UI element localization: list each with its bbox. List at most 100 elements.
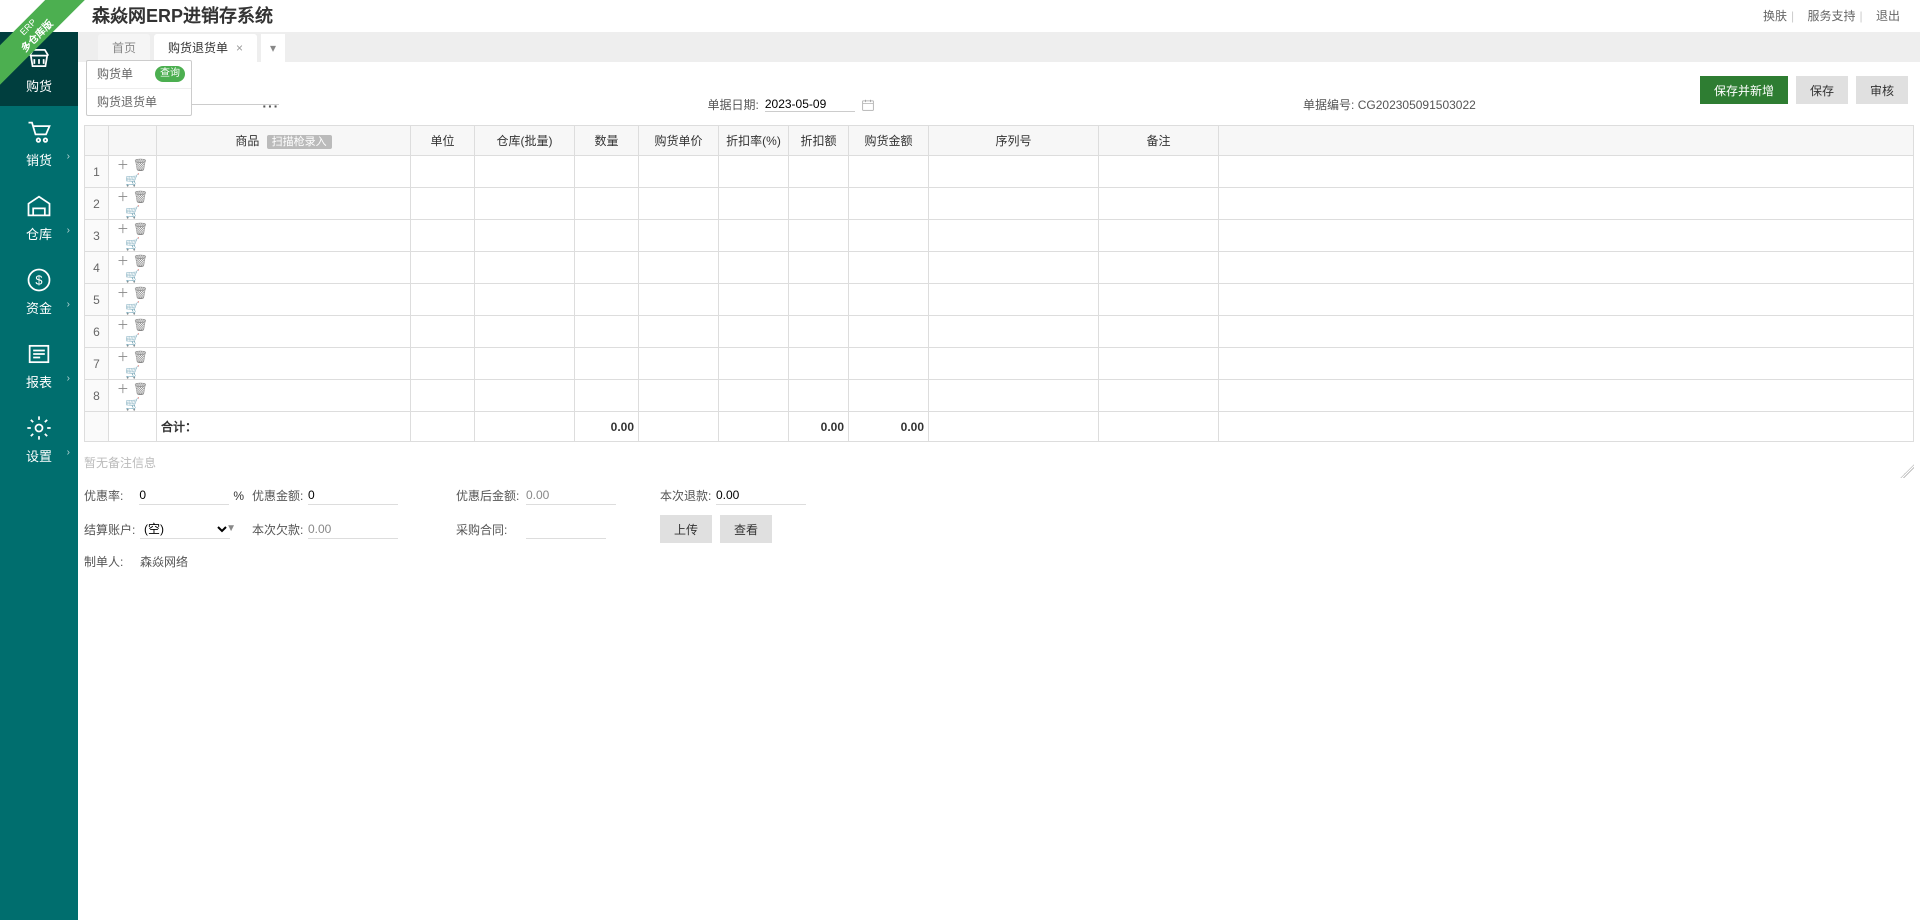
tab-label: 首页 (112, 34, 136, 62)
sidebar-item-label: 资金 (26, 298, 52, 317)
row-number: 7 (85, 348, 109, 380)
account-select[interactable]: (空) (140, 520, 230, 539)
doc-date-label: 单据日期: (708, 96, 759, 113)
scan-input-badge[interactable]: 扫描枪录入 (267, 135, 332, 149)
totals-amount: 0.00 (849, 412, 929, 442)
save-button[interactable]: 保存 (1796, 76, 1848, 104)
col-disc-rate: 折扣率(%) (719, 126, 789, 156)
sidebar-item-label: 设置 (26, 446, 52, 465)
upload-button[interactable]: 上传 (660, 515, 712, 543)
sidebar: 购货 销货 › 仓库 › $ 资金 › 报表 › 设置 › (0, 32, 78, 920)
row-number: 8 (85, 380, 109, 412)
table-row[interactable]: 3 ＋ 🗑🛒 (85, 220, 1914, 252)
col-unit: 单位 (411, 126, 475, 156)
table-row[interactable]: 4 ＋ 🗑🛒 (85, 252, 1914, 284)
col-remark: 备注 (1099, 126, 1219, 156)
submenu-item-label: 购货单 (97, 67, 133, 81)
table-row[interactable]: 7 ＋ 🗑🛒 (85, 348, 1914, 380)
items-table: 商品 扫描枪录入 单位 仓库(批量) 数量 购货单价 折扣率(%) 折扣额 购货… (84, 125, 1914, 442)
add-row-icon[interactable]: ＋ (117, 158, 129, 172)
link-support[interactable]: 服务支持 (1808, 9, 1856, 23)
dollar-icon: $ (25, 266, 53, 294)
delete-row-icon[interactable]: 🗑 (133, 286, 148, 300)
pick-item-icon[interactable]: 🛒 (125, 365, 140, 379)
pick-item-icon[interactable]: 🛒 (125, 173, 140, 187)
add-row-icon[interactable]: ＋ (117, 254, 129, 268)
sidebar-item-sales[interactable]: 销货 › (0, 106, 78, 180)
pick-item-icon[interactable]: 🛒 (125, 269, 140, 283)
disc-rate-input[interactable] (139, 486, 229, 505)
pick-item-icon[interactable]: 🛒 (125, 333, 140, 347)
maker-label: 制单人: (84, 553, 140, 570)
this-debt-value (308, 520, 398, 539)
table-row[interactable]: 8 ＋ 🗑🛒 (85, 380, 1914, 412)
pick-item-icon[interactable]: 🛒 (125, 397, 140, 411)
delete-row-icon[interactable]: 🗑 (133, 382, 148, 396)
row-number: 2 (85, 188, 109, 220)
submenu-item-label: 购货退货单 (97, 95, 157, 109)
tab-home[interactable]: 首页 (98, 34, 150, 62)
doc-date-value[interactable]: 2023-05-09 (765, 97, 855, 112)
resize-handle-icon[interactable] (1900, 464, 1914, 478)
chevron-right-icon: › (67, 447, 70, 458)
table-row[interactable]: 6 ＋ 🗑🛒 (85, 316, 1914, 348)
add-row-icon[interactable]: ＋ (117, 190, 129, 204)
app-title: 森焱网ERP进销存系统 (92, 0, 273, 32)
sidebar-item-settings[interactable]: 设置 › (0, 402, 78, 476)
view-button[interactable]: 查看 (720, 515, 772, 543)
contract-label: 采购合同: (456, 521, 526, 538)
query-badge[interactable]: 查询 (155, 66, 185, 82)
submenu-item-purchase-return[interactable]: 购货退货单 (87, 88, 191, 115)
table-row[interactable]: 2 ＋ 🗑🛒 (85, 188, 1914, 220)
this-refund-input[interactable] (716, 486, 806, 505)
add-row-icon[interactable]: ＋ (117, 382, 129, 396)
add-row-icon[interactable]: ＋ (117, 318, 129, 332)
submenu-item-purchase-order[interactable]: 购货单 查询 (87, 61, 191, 88)
disc-amt-input[interactable] (308, 486, 398, 505)
doc-no-value: CG202305091503022 (1358, 98, 1476, 112)
pick-item-icon[interactable]: 🛒 (125, 237, 140, 251)
tab-purchase-return[interactable]: 购货退货单 × (154, 34, 257, 62)
row-number: 3 (85, 220, 109, 252)
delete-row-icon[interactable]: 🗑 (133, 158, 148, 172)
remarks-textarea[interactable]: 暂无备注信息 (84, 454, 1914, 476)
report-icon (25, 340, 53, 368)
col-amount: 购货金额 (849, 126, 929, 156)
add-row-icon[interactable]: ＋ (117, 350, 129, 364)
add-row-icon[interactable]: ＋ (117, 286, 129, 300)
col-product: 商品 (235, 134, 259, 148)
link-skin[interactable]: 换肤 (1763, 9, 1787, 23)
tab-label: 购货退货单 (168, 34, 228, 62)
sidebar-item-funds[interactable]: $ 资金 › (0, 254, 78, 328)
delete-row-icon[interactable]: 🗑 (133, 222, 148, 236)
link-logout[interactable]: 退出 (1876, 9, 1900, 23)
delete-row-icon[interactable]: 🗑 (133, 254, 148, 268)
save-and-new-button[interactable]: 保存并新增 (1700, 76, 1788, 104)
purchase-submenu: 购货单 查询 购货退货单 (86, 60, 192, 116)
this-debt-label: 本次欠款: (252, 521, 308, 538)
delete-row-icon[interactable]: 🗑 (133, 318, 148, 332)
add-row-icon[interactable]: ＋ (117, 222, 129, 236)
audit-button[interactable]: 审核 (1856, 76, 1908, 104)
ellipsis-icon[interactable]: ··· (262, 98, 279, 114)
disc-rate-label: 优惠率: (84, 487, 139, 504)
gear-icon (25, 414, 53, 442)
contract-input[interactable] (526, 520, 606, 539)
tab-more-button[interactable]: ▾ (261, 34, 285, 62)
row-number: 6 (85, 316, 109, 348)
cart-icon (25, 118, 53, 146)
row-number: 4 (85, 252, 109, 284)
delete-row-icon[interactable]: 🗑 (133, 190, 148, 204)
sidebar-item-report[interactable]: 报表 › (0, 328, 78, 402)
table-row[interactable]: 5＋🗑🛒 (85, 284, 1914, 316)
table-row[interactable]: 1 ＋ 🗑🛒 (85, 156, 1914, 188)
pick-item-icon[interactable]: 🛒 (125, 301, 140, 315)
sidebar-item-warehouse[interactable]: 仓库 › (0, 180, 78, 254)
close-icon[interactable]: × (236, 34, 243, 62)
row-number: 1 (85, 156, 109, 188)
pick-item-icon[interactable]: 🛒 (125, 205, 140, 219)
calendar-icon[interactable] (861, 98, 875, 112)
delete-row-icon[interactable]: 🗑 (133, 350, 148, 364)
chevron-right-icon: › (67, 225, 70, 236)
col-disc-amt: 折扣额 (789, 126, 849, 156)
